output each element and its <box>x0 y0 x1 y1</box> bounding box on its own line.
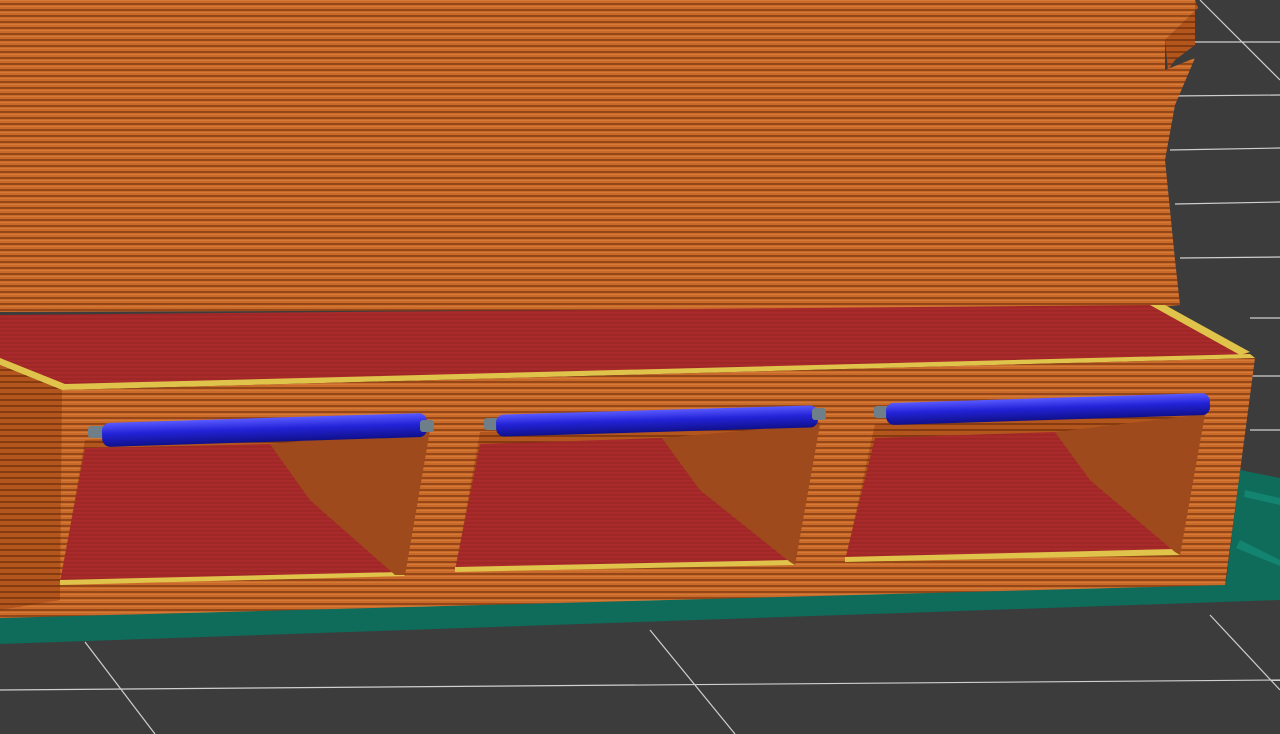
pocket-3 <box>845 412 1205 562</box>
model-back-wall <box>0 0 1198 312</box>
3d-preview-viewport[interactable] <box>0 0 1280 734</box>
pocket-2 <box>455 422 820 572</box>
pocket-1 <box>60 428 430 585</box>
sliced-model-preview[interactable] <box>0 0 1280 734</box>
